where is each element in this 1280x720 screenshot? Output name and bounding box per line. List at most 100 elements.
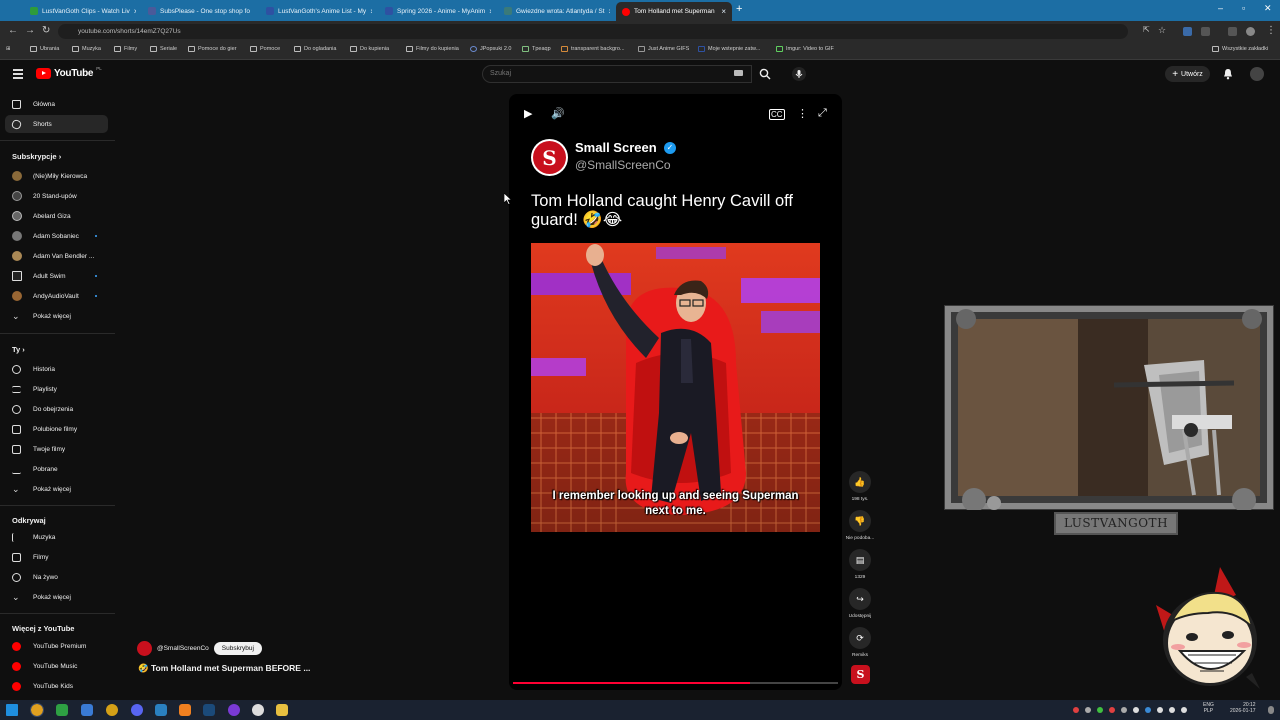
app-taskbar-icon[interactable] xyxy=(81,704,93,716)
tray-icon[interactable] xyxy=(1085,707,1091,713)
vlc-taskbar-icon[interactable] xyxy=(179,704,191,716)
sidebar-item-movies[interactable]: Filmy xyxy=(5,548,108,566)
subscription-item[interactable]: AndyAudioVault xyxy=(5,287,108,305)
subscription-item[interactable]: Adam Sobaniec xyxy=(5,227,108,245)
sidebar-item-kids[interactable]: YouTube Kids xyxy=(5,677,108,695)
back-icon[interactable]: ← xyxy=(8,25,18,36)
fullscreen-icon[interactable]: ⤢ xyxy=(818,107,827,120)
notifications-bell-icon[interactable] xyxy=(1222,68,1234,80)
clock[interactable]: 20:12 2026-01-17 xyxy=(1230,702,1256,714)
browser-tab[interactable]: Gwiezdne wrota: Atlantyda / St × xyxy=(498,3,610,19)
like-button[interactable]: 👍 198 tys. xyxy=(845,471,875,502)
subscribe-button[interactable]: Subskrybuj xyxy=(213,642,262,655)
show-more-you[interactable]: ⌄ Pokaż więcej xyxy=(5,480,108,498)
subscription-item[interactable]: Adult Swim xyxy=(5,267,108,285)
sidebar-item-premium[interactable]: YouTube Premium xyxy=(5,637,108,655)
show-more-explore[interactable]: ⌄ Pokaż więcej xyxy=(5,588,108,606)
sound-channel-logo[interactable]: S xyxy=(851,665,870,684)
search-input[interactable]: Szukaj xyxy=(482,65,752,83)
app-taskbar-icon[interactable] xyxy=(252,704,264,716)
sidebar-item-shorts[interactable]: Shorts xyxy=(5,115,108,133)
tray-icon[interactable] xyxy=(1097,707,1103,713)
sidebar-item-downloads[interactable]: Pobrane xyxy=(5,460,108,478)
tray-icon[interactable] xyxy=(1145,707,1151,713)
bookmark-link[interactable]: transparent backgro... xyxy=(561,46,625,52)
discord-taskbar-icon[interactable] xyxy=(131,704,143,716)
minimize-icon[interactable]: – xyxy=(1218,3,1223,13)
app-taskbar-icon[interactable] xyxy=(106,704,118,716)
sidebar-item-home[interactable]: Główna xyxy=(5,95,108,113)
bookmark-link[interactable]: Tpeaqp xyxy=(522,46,551,52)
search-icon[interactable] xyxy=(759,68,771,80)
close-tab-icon[interactable]: × xyxy=(609,7,610,16)
bookmark-star-icon[interactable]: ☆ xyxy=(1158,25,1166,36)
subscription-item[interactable]: 20 Stand-upów xyxy=(5,187,108,205)
subscription-item[interactable]: Abelard Giza xyxy=(5,207,108,225)
sidebar-item-music-app[interactable]: YouTube Music xyxy=(5,657,108,675)
sidebar-item-liked[interactable]: Polubione filmy xyxy=(5,420,108,438)
app-taskbar-icon[interactable] xyxy=(155,704,167,716)
hamburger-menu-icon[interactable] xyxy=(13,69,23,79)
subscription-item[interactable]: Adam Van Bendler ... xyxy=(5,247,108,265)
channel-logo[interactable] xyxy=(137,641,152,656)
comments-button[interactable]: ▤ 1329 xyxy=(845,549,875,580)
short-title[interactable]: 🤣 Tom Holland met Superman BEFORE ... xyxy=(138,663,310,674)
bookmark-link[interactable]: Just Anime GIFS xyxy=(638,46,689,52)
microphone-tray-icon[interactable] xyxy=(1133,707,1139,713)
install-icon[interactable]: ⇱ xyxy=(1143,25,1150,34)
browser-tab[interactable]: SubsPlease - One stop shop fo × xyxy=(142,3,254,19)
extension-icon[interactable] xyxy=(1183,27,1192,36)
shorts-player[interactable]: ▶ 🔊 CC ⋮ ⤢ S Small Screen ✓ @SmallScreen… xyxy=(509,94,842,690)
sidebar-item-playlists[interactable]: Playlisty xyxy=(5,380,108,398)
browser-tab-active[interactable]: Tom Holland met Superman × xyxy=(616,2,732,21)
browser-tab[interactable]: LustVanGoth Clips - Watch Liv × xyxy=(24,3,136,19)
bookmark-link[interactable]: Imgur: Video to GIF xyxy=(776,46,834,52)
bookmark-folder[interactable]: Ubrania xyxy=(30,46,59,52)
bookmark-link[interactable]: JPopsuki 2.0 xyxy=(470,46,512,52)
network-icon[interactable] xyxy=(1169,707,1175,713)
progress-bar[interactable] xyxy=(513,682,838,684)
file-explorer-taskbar-icon[interactable] xyxy=(276,704,288,716)
app-taskbar-icon[interactable] xyxy=(56,704,68,716)
apps-icon[interactable]: ⊞ xyxy=(6,46,11,52)
app-taskbar-icon[interactable] xyxy=(228,704,240,716)
play-icon[interactable]: ▶ xyxy=(524,107,532,120)
subscriptions-heading[interactable]: Subskrypcje › xyxy=(12,152,61,161)
tray-icon[interactable] xyxy=(1121,707,1127,713)
close-tab-icon[interactable]: × xyxy=(370,7,372,16)
close-window-icon[interactable]: ✕ xyxy=(1264,3,1272,14)
more-options-icon[interactable]: ⋮ xyxy=(797,107,808,120)
bookmark-folder[interactable]: Do ogladania xyxy=(294,46,336,52)
windows-start-icon[interactable] xyxy=(6,704,18,716)
bookmark-link[interactable]: Moje wstepnie zatw... xyxy=(698,46,760,52)
close-tab-icon[interactable]: × xyxy=(134,7,136,16)
share-button[interactable]: ↪ Udostępnij xyxy=(845,588,875,619)
bookmark-folder[interactable]: Muzyka xyxy=(72,46,101,52)
sidebar-item-live[interactable]: Na żywo xyxy=(5,568,108,586)
tray-icon[interactable] xyxy=(1157,707,1163,713)
bookmark-folder[interactable]: Pomoce xyxy=(250,46,280,52)
create-button[interactable]: + Utwórz xyxy=(1165,66,1210,82)
forward-icon[interactable]: → xyxy=(25,25,35,36)
dislike-button[interactable]: 👎 Nie podoba... xyxy=(845,510,875,541)
extension-icon[interactable] xyxy=(1228,27,1237,36)
close-tab-icon[interactable]: × xyxy=(721,7,726,16)
reload-icon[interactable]: ↻ xyxy=(42,25,50,36)
youtube-logo[interactable]: YouTube PL xyxy=(36,66,102,79)
tray-icon[interactable] xyxy=(1109,707,1115,713)
browser-tab[interactable]: LustVanGoth's Anime List - My × xyxy=(260,3,372,19)
chrome-taskbar-icon[interactable] xyxy=(30,703,44,717)
bookmark-folder[interactable]: Filmy do kupienia xyxy=(406,46,459,52)
subscription-item[interactable]: (Nie)Miły Kierowca xyxy=(5,167,108,185)
address-bar[interactable]: youtube.com/shorts/14emZ7Q27Us xyxy=(58,24,1128,39)
browser-tab[interactable]: Spring 2026 - Anime - MyAnim × xyxy=(379,3,491,19)
keyboard-icon[interactable] xyxy=(734,70,743,76)
volume-tray-icon[interactable] xyxy=(1181,707,1187,713)
browser-menu-icon[interactable]: ⋮ xyxy=(1266,25,1276,36)
sidebar-item-your-videos[interactable]: Twoje filmy xyxy=(5,440,108,458)
tray-icon[interactable] xyxy=(1073,707,1079,713)
bookmark-folder[interactable]: Do kupienia xyxy=(350,46,389,52)
channel-handle[interactable]: @SmallScreenCo xyxy=(157,645,209,652)
language-indicator[interactable]: ENG PLP xyxy=(1203,702,1214,714)
bookmark-folder[interactable]: Filmy xyxy=(114,46,137,52)
